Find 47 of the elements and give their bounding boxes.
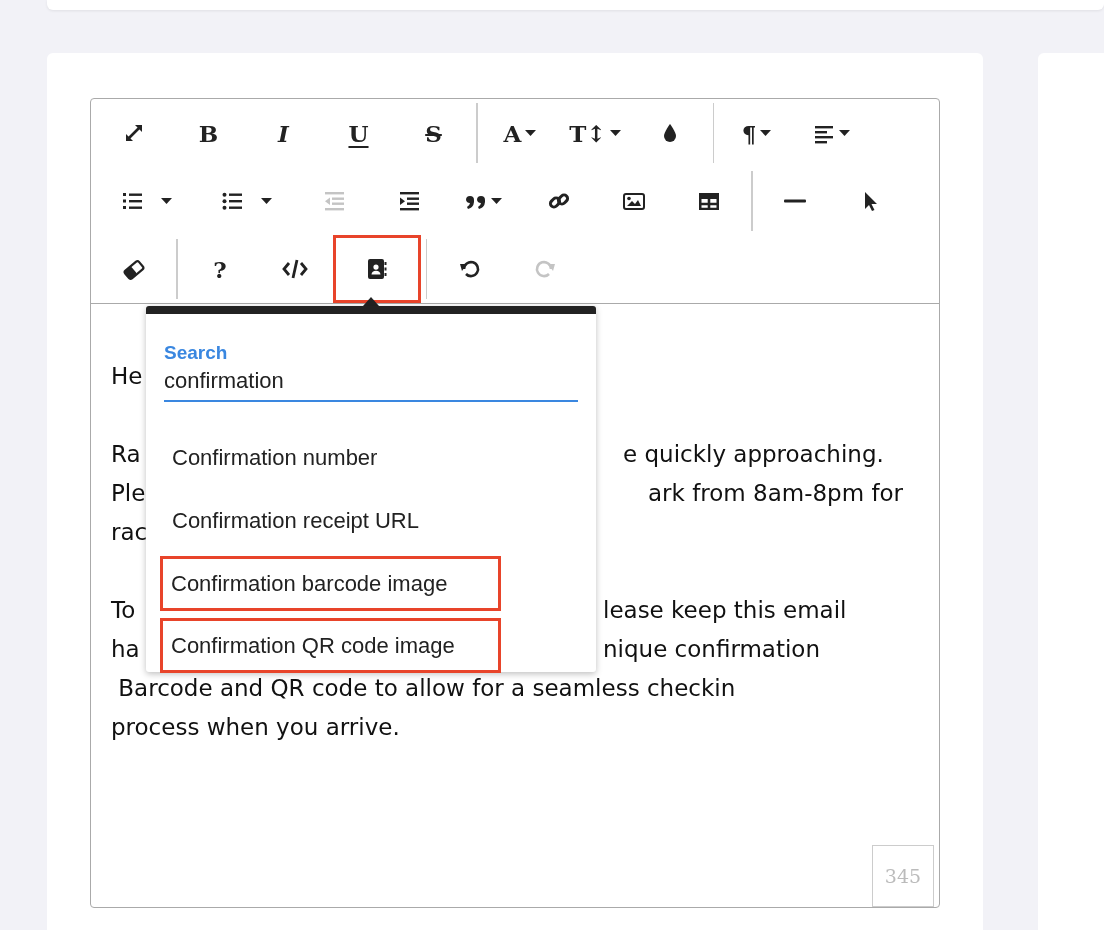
contact-book-icon — [365, 258, 388, 280]
format-button[interactable]: T↕ — [557, 99, 633, 167]
text-line: He — [111, 363, 143, 389]
character-count: 345 — [872, 845, 934, 907]
editor-box[interactable] — [90, 98, 940, 908]
text-line: lease keep this email — [603, 596, 847, 625]
caret-icon — [609, 130, 621, 136]
redo-icon — [533, 258, 556, 280]
numbered-list-icon — [120, 190, 143, 212]
caret-icon — [160, 198, 172, 204]
menu-item[interactable]: Confirmation barcode image — [160, 556, 501, 611]
text-line: e quickly approaching. — [623, 440, 884, 469]
search-label: Search — [164, 342, 228, 364]
contact-button[interactable] — [332, 235, 421, 303]
text-line: ha — [111, 636, 140, 662]
text-line: rac — [111, 519, 148, 545]
search-field[interactable]: confirmation — [164, 368, 578, 402]
text-line: Barcode and QR code to allow for a seamless checkin — [117, 675, 736, 701]
text-line: To — [111, 597, 136, 623]
bold-button[interactable]: B — [171, 99, 246, 167]
text-line: Ple — [111, 480, 146, 506]
format-button[interactable]: ? — [182, 235, 258, 303]
caret-icon — [760, 130, 772, 136]
caret-icon — [525, 130, 537, 136]
eraser-icon — [122, 258, 145, 280]
menu-item[interactable]: Confirmation receipt URL — [146, 489, 596, 552]
caret-icon — [839, 130, 850, 136]
code-icon — [282, 258, 308, 280]
outdent-icon — [322, 190, 345, 212]
text-line: ark from 8am-8pm for — [648, 479, 904, 508]
format-button[interactable]: A — [482, 99, 558, 167]
caret-icon — [260, 198, 272, 204]
table-icon — [697, 190, 720, 212]
format-button[interactable]: ¶ — [719, 99, 794, 167]
indent-icon — [397, 190, 420, 212]
menu-item[interactable]: Confirmation QR code image — [160, 618, 501, 673]
strike-button[interactable]: S — [396, 99, 471, 167]
caret-icon — [491, 198, 502, 204]
undo-icon — [458, 258, 481, 280]
text-line: nique confirmation — [603, 635, 820, 664]
underline-button[interactable]: U — [321, 99, 396, 167]
bullet-list-icon — [220, 190, 243, 212]
text-line: process when you arrive. — [111, 714, 400, 740]
text-line: Ra — [111, 441, 141, 467]
italic-button[interactable]: I — [246, 99, 321, 167]
menu-item[interactable]: Confirmation number — [146, 426, 596, 489]
image-icon — [621, 190, 646, 212]
